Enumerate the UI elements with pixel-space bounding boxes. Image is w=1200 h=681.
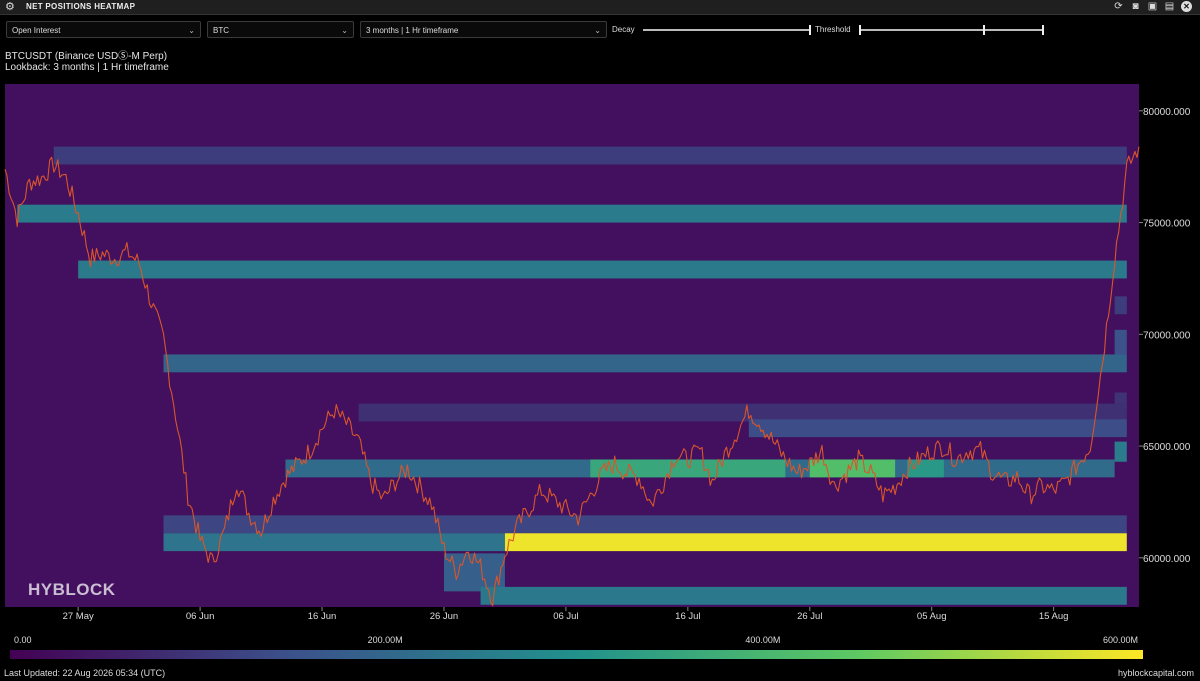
coin-select-value: BTC bbox=[213, 26, 229, 35]
window-title: NET POSITIONS HEATMAP bbox=[26, 2, 136, 11]
chevron-down-icon: ⌄ bbox=[594, 26, 601, 35]
threshold-slider-max-handle[interactable] bbox=[1042, 25, 1044, 35]
decay-slider-handle[interactable] bbox=[809, 25, 811, 35]
heat-band-3 bbox=[1114, 296, 1127, 315]
legend-label-min: 0.00 bbox=[14, 635, 32, 645]
lookback-subtitle: Lookback: 3 months | 1 Hr timeframe bbox=[5, 62, 169, 73]
window-toolbar: ⟳ ◙ ▣ ▤ ✕ bbox=[1113, 1, 1192, 12]
y-tick-label: 75000.000 bbox=[1143, 219, 1191, 230]
threshold-label: Threshold bbox=[815, 25, 851, 34]
y-tick-label: 70000.000 bbox=[1143, 330, 1191, 341]
y-tick-label: 80000.000 bbox=[1143, 107, 1191, 118]
x-tick-label: 16 Jul bbox=[675, 611, 700, 622]
x-tick-label: 15 Aug bbox=[1039, 611, 1069, 622]
threshold-slider-handle[interactable] bbox=[983, 25, 986, 35]
floppy-disk-icon[interactable]: ▣ bbox=[1147, 1, 1158, 12]
legend-label-200m: 200.00M bbox=[367, 635, 403, 645]
x-tick-label: 06 Jul bbox=[553, 611, 578, 622]
heat-band-1 bbox=[17, 204, 1127, 223]
last-updated: Last Updated: 22 Aug 2026 05:34 (UTC) bbox=[4, 668, 166, 678]
hyblock-watermark: HYBLOCK bbox=[28, 580, 116, 599]
decay-slider[interactable] bbox=[643, 25, 811, 35]
chevron-down-icon: ⌄ bbox=[188, 26, 195, 35]
heat-band-7 bbox=[358, 403, 1127, 422]
x-tick-label: 26 Jul bbox=[797, 611, 822, 622]
window-titlebar: ⚙ NET POSITIONS HEATMAP ⟳ ◙ ▣ ▤ ✕ bbox=[0, 0, 1200, 15]
heat-band-8 bbox=[748, 419, 1127, 438]
y-tick-label: 60000.000 bbox=[1143, 554, 1191, 565]
legend-label-max: 600.00M bbox=[1103, 635, 1139, 645]
threshold-slider-min-handle[interactable] bbox=[859, 25, 861, 35]
chevron-down-icon: ⌄ bbox=[341, 26, 348, 35]
lookback-select[interactable]: 3 months | 1 Hr timeframe ⌄ bbox=[360, 21, 607, 38]
symbol-subtitle: BTCUSDT (Binance USDⓈ-M Perp) bbox=[5, 51, 168, 62]
heat-band-0 bbox=[53, 146, 1127, 165]
lookback-select-value: 3 months | 1 Hr timeframe bbox=[366, 26, 459, 35]
close-icon[interactable]: ✕ bbox=[1181, 1, 1192, 12]
heat-band-11 bbox=[590, 459, 786, 478]
x-tick-label: 05 Aug bbox=[917, 611, 947, 622]
heat-band-15 bbox=[163, 533, 505, 552]
heatmap-chart[interactable]: 60000.000 65000.000 70000.000 75000.000 8000… bbox=[0, 80, 1200, 628]
controls-row: Open Interest ⌄ BTC ⌄ 3 months | 1 Hr ti… bbox=[0, 19, 1200, 41]
heat-band-2 bbox=[78, 260, 1127, 279]
site-link[interactable]: hyblockcapital.com bbox=[1118, 668, 1194, 678]
x-tick-label: 27 May bbox=[63, 611, 94, 622]
coin-select[interactable]: BTC ⌄ bbox=[207, 21, 354, 38]
heat-band-18 bbox=[480, 586, 1127, 605]
metric-select[interactable]: Open Interest ⌄ bbox=[6, 21, 201, 38]
heat-band-4 bbox=[163, 354, 1127, 373]
decay-label: Decay bbox=[612, 25, 635, 34]
gear-icon[interactable]: ⚙ bbox=[5, 0, 15, 14]
heat-band-5 bbox=[1114, 329, 1127, 355]
heat-band-14 bbox=[163, 515, 1127, 534]
heat-band-9 bbox=[1114, 441, 1127, 462]
x-tick-label: 26 Jun bbox=[430, 611, 459, 622]
metric-select-value: Open Interest bbox=[12, 26, 61, 35]
heat-band-16 bbox=[504, 533, 1127, 552]
legend-label-400m: 400.00M bbox=[745, 635, 781, 645]
color-scale-bar bbox=[10, 650, 1143, 659]
threshold-slider[interactable] bbox=[859, 25, 1044, 35]
x-tick-label: 06 Jun bbox=[186, 611, 215, 622]
y-tick-label: 65000.000 bbox=[1143, 442, 1191, 453]
document-icon[interactable]: ▤ bbox=[1164, 1, 1175, 12]
x-tick-label: 16 Jun bbox=[308, 611, 337, 622]
camera-icon[interactable]: ◙ bbox=[1130, 1, 1141, 12]
refresh-icon[interactable]: ⟳ bbox=[1113, 1, 1124, 12]
